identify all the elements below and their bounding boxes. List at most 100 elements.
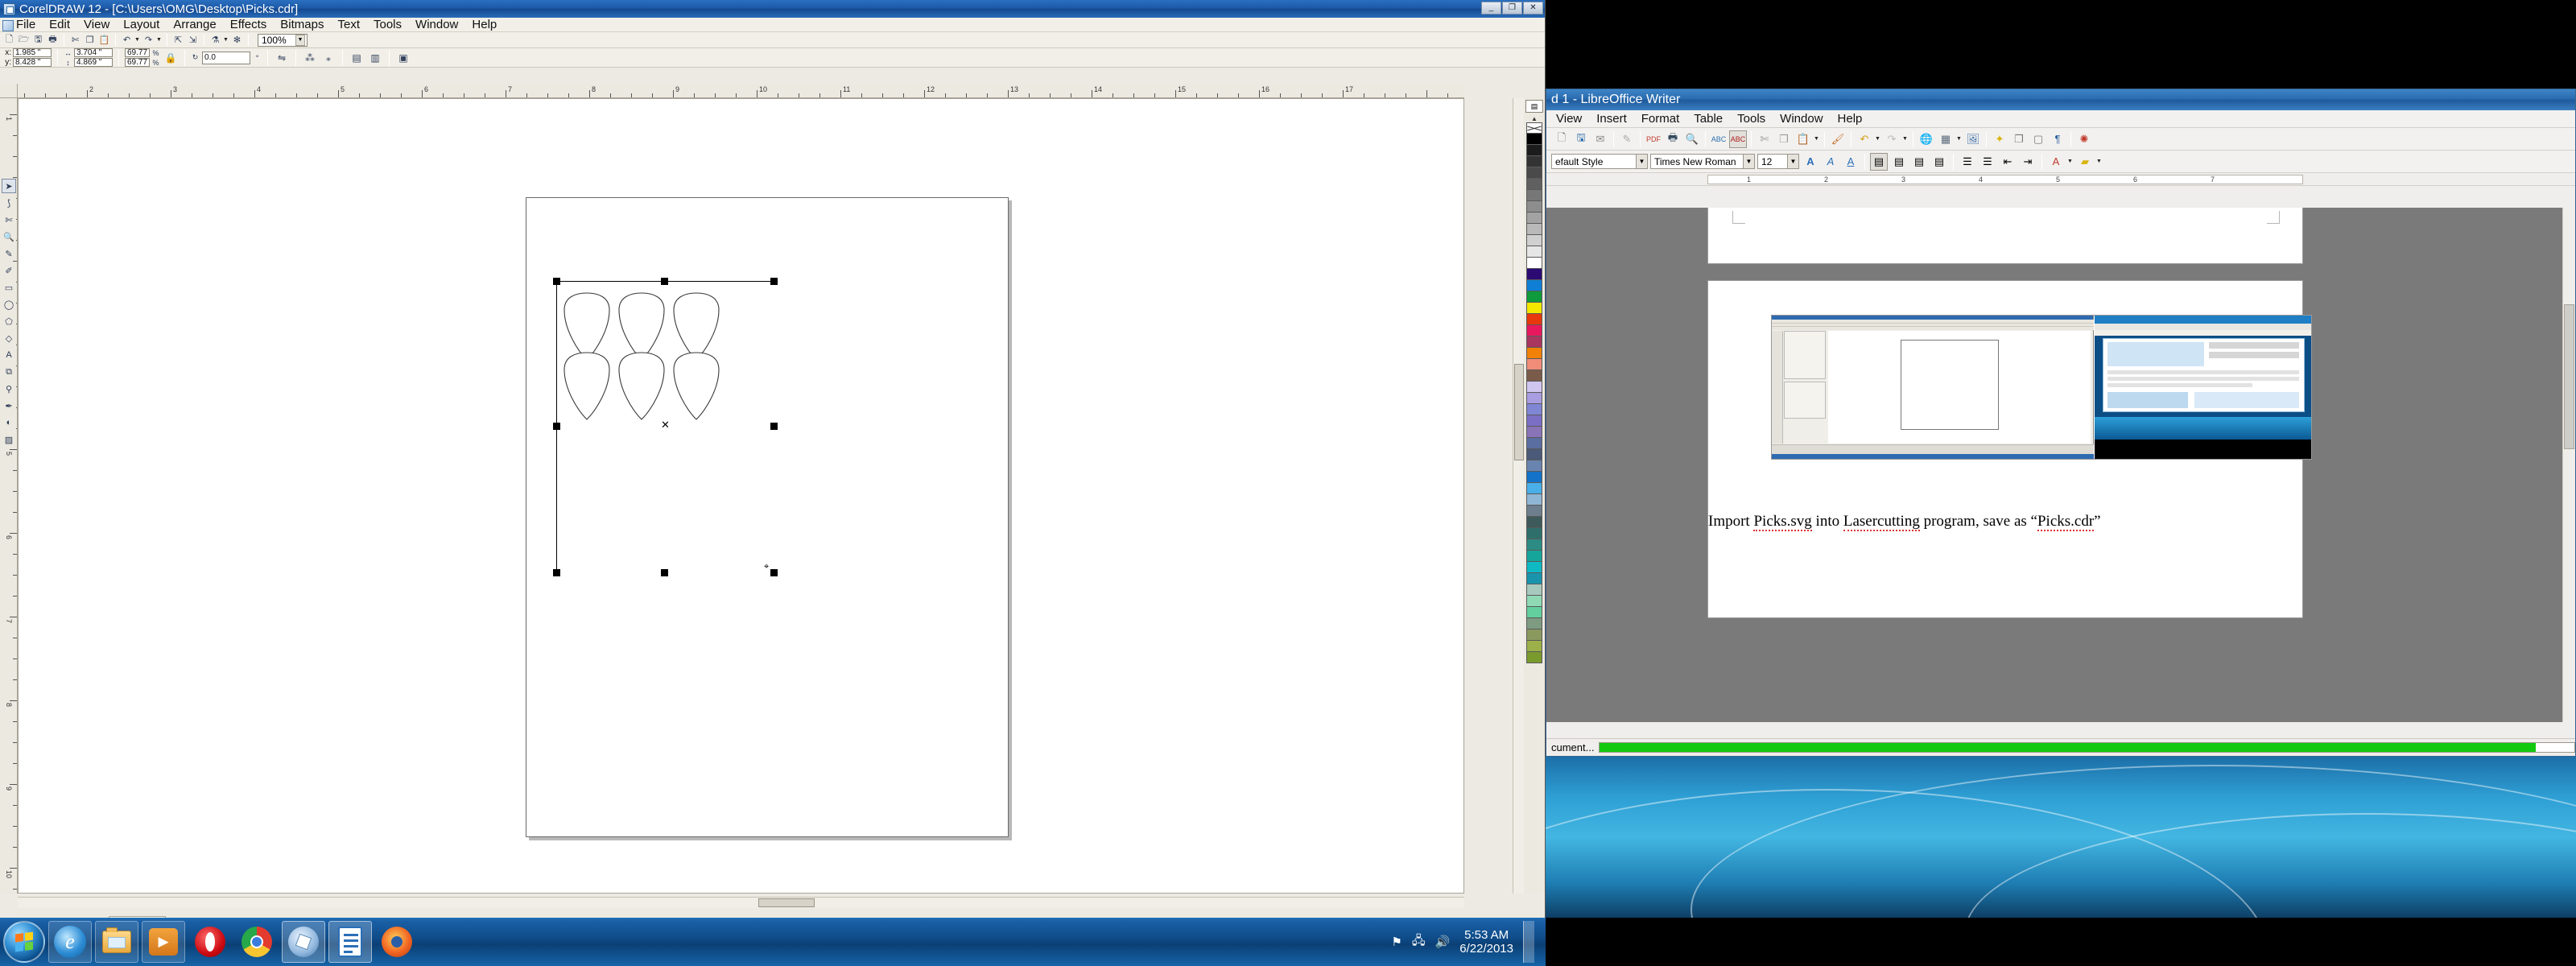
palette-swatch[interactable] (1526, 494, 1542, 506)
email-document-icon[interactable]: ✉ (1591, 130, 1609, 148)
selection-handle-bm[interactable] (661, 569, 668, 576)
hyperlink-icon[interactable]: 🌐 (1918, 130, 1935, 148)
palette-swatch[interactable] (1526, 630, 1542, 641)
crop-tool-icon[interactable]: ✄ (2, 213, 16, 227)
clock[interactable]: 5:53 AM 6/22/2013 (1459, 928, 1513, 956)
taskbar-item-coreldraw[interactable] (282, 921, 325, 963)
palette-swatch[interactable] (1526, 291, 1542, 303)
menu-view[interactable]: View (84, 18, 109, 31)
palette-swatch[interactable] (1526, 584, 1542, 596)
rotation-angle-field[interactable]: 0.0 (202, 51, 251, 64)
palette-swatch[interactable] (1526, 246, 1542, 258)
redo-dropdown-icon[interactable]: ▼ (1902, 136, 1909, 142)
drawing-canvas[interactable]: ✕ ⌖ (18, 98, 1464, 894)
palette-swatch[interactable] (1526, 506, 1542, 517)
copy-icon[interactable]: ❐ (1775, 130, 1793, 148)
insert-textbox-icon[interactable]: ❐ (2010, 130, 2028, 148)
ruler-origin-corner[interactable] (0, 84, 18, 98)
formatting-marks-icon[interactable]: ¶ (2049, 130, 2066, 148)
application-launcher-icon[interactable]: ⚗ (208, 33, 222, 47)
eyedropper-tool-icon[interactable]: ⚲ (2, 382, 16, 396)
undo-dropdown-icon[interactable]: ▼ (1875, 136, 1881, 142)
print-document-icon[interactable]: 🖶 (1664, 130, 1682, 148)
object-height-field[interactable]: 4.869 " (74, 58, 113, 67)
lo-menu-view[interactable]: View (1556, 112, 1582, 126)
shape-tool-icon[interactable]: ⟆ (2, 196, 16, 210)
export-pdf-icon[interactable]: PDF (1645, 130, 1662, 148)
undo-dropdown-icon[interactable]: ▼ (134, 37, 141, 43)
paste-icon[interactable]: 📋 (1794, 130, 1812, 148)
embedded-screenshot-image[interactable] (1771, 315, 2312, 460)
document-control-icon[interactable] (2, 20, 14, 31)
libreoffice-document-area[interactable]: Import Picks.svg into Lasercutting progr… (1546, 208, 2575, 722)
taskbar-item-windows-media-player[interactable]: ▶ (142, 921, 185, 963)
menu-effects[interactable]: Effects (230, 18, 267, 31)
redo-dropdown-icon[interactable]: ▼ (156, 37, 163, 43)
taskbar-item-libreoffice-writer[interactable] (328, 921, 372, 963)
save-document-icon[interactable]: 🖫 (1572, 130, 1590, 148)
save-document-icon[interactable]: 🖫 (31, 33, 45, 47)
scale-horizontal-field[interactable]: 69.77 (125, 48, 151, 57)
ellipse-tool-icon[interactable]: ◯ (2, 297, 16, 312)
horizontal-ruler[interactable]: 1234567891011121314151617inches (18, 84, 1464, 98)
document-scroll-thumb[interactable] (2564, 304, 2574, 449)
canvas-vertical-scrollbar[interactable] (1513, 98, 1524, 894)
libreoffice-ruler[interactable]: 1 2 3 4 5 6 7 (1546, 173, 2575, 186)
outline-tool-icon[interactable]: ✒ (2, 398, 16, 413)
palette-swatch[interactable] (1526, 156, 1542, 167)
palette-menu-icon[interactable]: ▤ (1525, 100, 1543, 113)
color-palette[interactable]: ▤ ▲ (1524, 98, 1545, 894)
align-left-icon[interactable]: ▤ (1870, 152, 1888, 171)
taskbar-item-google-chrome[interactable] (235, 921, 279, 963)
minimize-button[interactable]: _ (1481, 2, 1501, 14)
selection-bounding-box[interactable]: ✕ ⌖ (553, 278, 778, 576)
interactive-blend-tool-icon[interactable]: ⧉ (2, 365, 16, 379)
to-front-icon[interactable]: ▣ (395, 50, 411, 66)
text-tool-icon[interactable]: A (2, 348, 16, 362)
corel-online-icon[interactable]: ✻ (230, 33, 244, 47)
x-position-field[interactable]: 1.985 " (13, 48, 52, 57)
palette-swatch[interactable] (1526, 573, 1542, 584)
palette-swatch[interactable] (1526, 201, 1542, 213)
palette-swatch[interactable] (1526, 460, 1542, 472)
selection-handle-tl[interactable] (553, 278, 560, 285)
spelling-check-icon[interactable]: ABC (1710, 130, 1728, 148)
rectangle-tool-icon[interactable]: ▭ (2, 280, 16, 295)
mirror-horizontal-icon[interactable]: ⇋ (274, 50, 290, 66)
show-desktop-button[interactable] (1523, 921, 1534, 963)
palette-swatch[interactable] (1526, 551, 1542, 562)
palette-swatch[interactable] (1526, 528, 1542, 539)
undo-icon[interactable]: ↶ (120, 33, 134, 47)
increase-indent-icon[interactable]: ⇥ (2019, 153, 2037, 171)
volume-icon[interactable]: 🔊 (1435, 935, 1451, 949)
bold-icon[interactable]: A (1802, 153, 1819, 171)
chevron-down-icon[interactable]: ▼ (1743, 155, 1754, 168)
font-name-combobox[interactable]: Times New Roman ▼ (1650, 154, 1755, 169)
selection-handle-tr[interactable] (770, 278, 778, 285)
palette-swatch[interactable] (1526, 517, 1542, 528)
wrap-paragraph-text-icon[interactable]: ▤ (349, 50, 365, 66)
y-position-field[interactable]: 8.428 " (13, 58, 52, 67)
insert-image-icon[interactable]: 🖼 (1964, 130, 1982, 148)
ordered-list-icon[interactable]: ☰ (1979, 153, 1996, 171)
import-icon[interactable]: ⇱ (171, 33, 185, 47)
menu-bitmaps[interactable]: Bitmaps (280, 18, 324, 31)
unordered-list-icon[interactable]: ☰ (1959, 153, 1976, 171)
decrease-indent-icon[interactable]: ⇤ (1999, 153, 2017, 171)
palette-swatch[interactable] (1526, 190, 1542, 201)
palette-swatch[interactable] (1526, 224, 1542, 235)
pick-tool-icon[interactable]: ➤ (2, 179, 16, 193)
palette-swatch[interactable] (1526, 539, 1542, 551)
restore-button[interactable]: ❐ (1502, 2, 1522, 14)
insert-frame-icon[interactable]: ▢ (2029, 130, 2047, 148)
menu-window[interactable]: Window (415, 18, 458, 31)
align-right-icon[interactable]: ▤ (1910, 153, 1928, 171)
print-preview-icon[interactable]: 🔍 (1683, 130, 1701, 148)
palette-swatch[interactable] (1526, 269, 1542, 280)
zoom-level-combobox[interactable]: 100% ▼ (258, 33, 308, 47)
menu-tools[interactable]: Tools (374, 18, 402, 31)
palette-scroll-up-icon[interactable]: ▲ (1531, 115, 1538, 122)
edit-file-icon[interactable]: ✎ (1618, 130, 1636, 148)
taskbar-item-opera-browser[interactable] (188, 921, 232, 963)
palette-swatch[interactable] (1526, 145, 1542, 156)
